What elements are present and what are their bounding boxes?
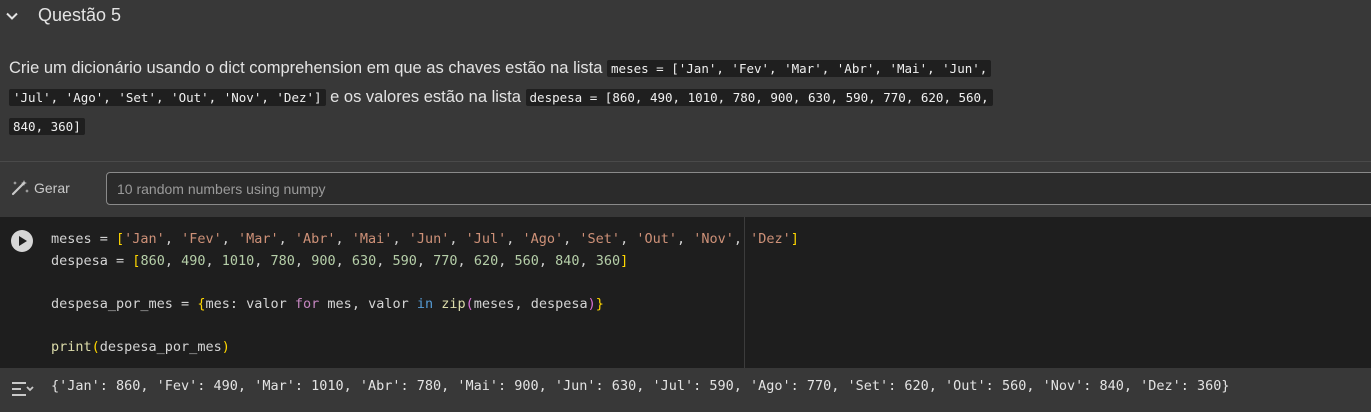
- chevron-down-icon[interactable]: [4, 8, 20, 24]
- code-line: despesa = [860, 490, 1010, 780, 900, 630…: [51, 252, 629, 269]
- output-text: {'Jan': 860, 'Fev': 490, 'Mar': 1010, 'A…: [51, 378, 1230, 394]
- code-line: meses = ['Jan', 'Fev', 'Mar', 'Abr', 'Ma…: [51, 231, 799, 247]
- generate-button[interactable]: Gerar: [10, 176, 70, 200]
- code-line: despesa_por_mes = {mes: valor for mes, v…: [51, 295, 604, 312]
- section-header[interactable]: Questão 5: [0, 0, 1371, 34]
- output-icon[interactable]: [10, 379, 34, 399]
- inline-code-despesa-1: despesa = [860, 490, 1010, 780, 900, 630…: [525, 89, 993, 106]
- magic-wand-icon: [11, 180, 29, 196]
- intro-text: Crie um dicionário usando o dict compreh…: [9, 59, 603, 77]
- generate-label: Gerar: [34, 180, 70, 196]
- mid-text: e os valores estão na lista: [330, 88, 521, 106]
- code-editor[interactable]: meses = ['Jan', 'Fev', 'Mar', 'Abr', 'Ma…: [51, 229, 799, 358]
- inline-code-meses-1: meses = ['Jan', 'Fev', 'Mar', 'Abr', 'Ma…: [607, 60, 992, 77]
- run-cell-button[interactable]: [11, 230, 33, 252]
- markdown-cell: Crie um dicionário usando o dict compreh…: [9, 54, 1129, 141]
- code-cell[interactable]: meses = ['Jan', 'Fev', 'Mar', 'Abr', 'Ma…: [0, 217, 1371, 368]
- generate-prompt-input[interactable]: [106, 172, 1371, 205]
- code-line: print(despesa_por_mes): [51, 338, 230, 355]
- cell-output: {'Jan': 860, 'Fev': 490, 'Mar': 1010, 'A…: [0, 368, 1371, 412]
- inline-code-meses-2: 'Jul', 'Ago', 'Set', 'Out', 'Nov', 'Dez'…: [9, 89, 326, 106]
- generate-bar: Gerar: [0, 162, 1371, 216]
- inline-code-despesa-2: 840, 360]: [9, 118, 85, 135]
- section-title: Questão 5: [38, 5, 122, 25]
